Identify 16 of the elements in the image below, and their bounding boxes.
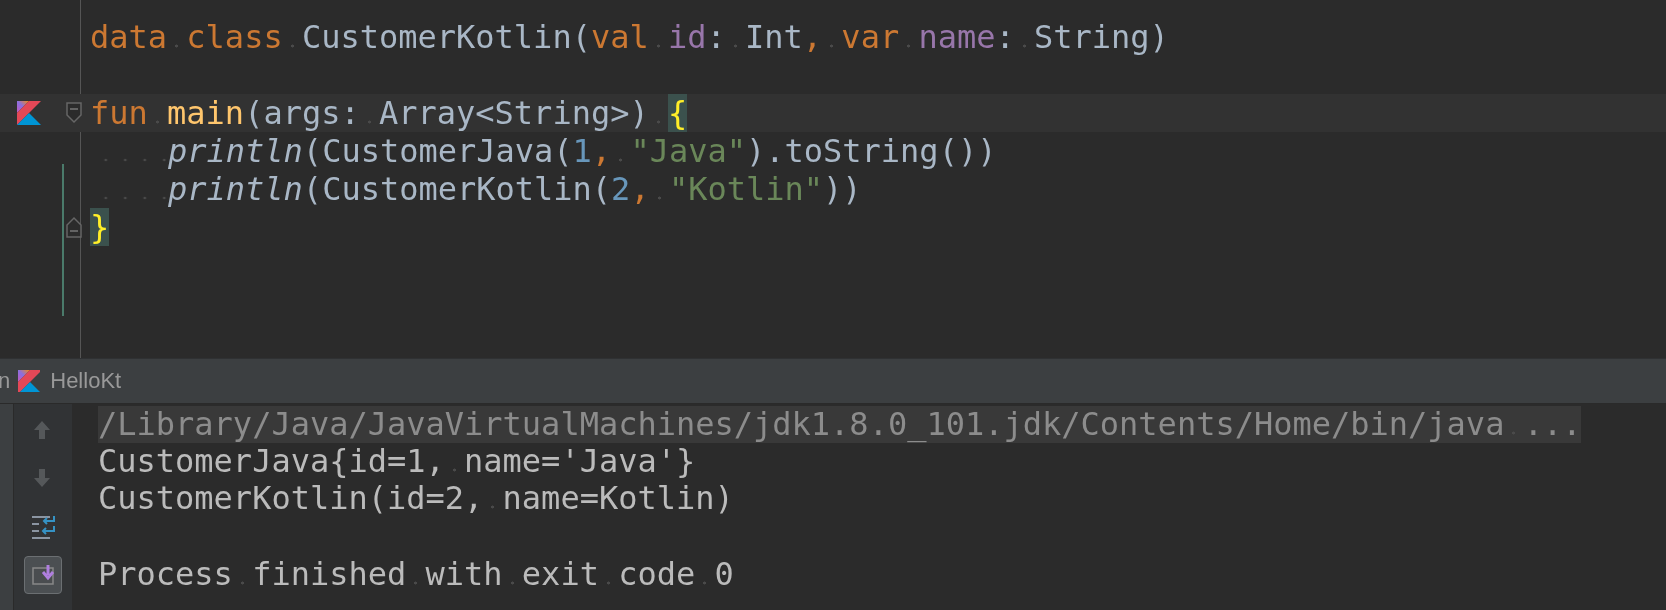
run-config-tab[interactable]: HelloKt <box>50 368 122 394</box>
code-line: data class CustomerKotlin(val id: Int, var name: String) <box>90 18 1169 56</box>
fold-marker-icon <box>66 216 82 238</box>
scroll-to-end-button[interactable] <box>24 556 62 594</box>
down-arrow-window-icon <box>30 562 56 588</box>
kotlin-icon <box>18 370 41 392</box>
code-line: println(CustomerJava(1, "Java").toString()) <box>168 132 997 170</box>
output-line: CustomerJava{id=1, name='Java'} <box>98 443 696 480</box>
code-line: fun main(args: Array<String>) { <box>90 94 688 132</box>
code-line: println(CustomerKotlin(2, "Kotlin")) <box>168 170 862 208</box>
output-line: CustomerKotlin(id=2, name=Kotlin) <box>98 480 734 517</box>
exit-status-line: Process finished with exit code 0 <box>98 556 734 593</box>
kotlin-run-icon <box>17 101 41 125</box>
wrap-lines-icon <box>30 514 56 540</box>
fold-marker-icon <box>66 102 82 124</box>
tab-label[interactable]: n <box>0 368 11 394</box>
